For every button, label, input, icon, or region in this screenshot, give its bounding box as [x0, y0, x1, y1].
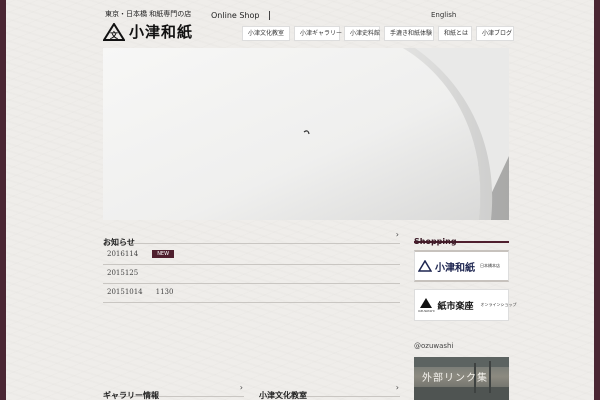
banner-shop-name: 紙市楽座: [437, 301, 474, 312]
tagline: 東京・日本橋 和紙専門の店: [105, 10, 192, 18]
site-logo[interactable]: 文 小津和紙: [103, 21, 193, 42]
chevron-right-icon: ›: [395, 230, 399, 239]
external-links-banner[interactable]: 外部リンク集: [414, 357, 509, 400]
online-shop-label: Online Shop: [211, 11, 260, 20]
nav-item-blog[interactable]: 小津ブログ: [476, 26, 514, 41]
instagram-handle[interactable]: @ozuwashi: [414, 342, 453, 350]
banner-shop-sub: 日本橋本店: [480, 263, 500, 268]
external-links-label: 外部リンク集: [422, 373, 488, 384]
logo-mark-icon: [418, 260, 432, 272]
culture-class-header[interactable]: 小津文化教室 ›: [259, 383, 400, 400]
section-title: ギャラリー情報: [103, 390, 159, 400]
news-text: 1130: [155, 288, 174, 296]
news-item[interactable]: 2015125: [103, 263, 400, 284]
nav-item-culture-class[interactable]: 小津文化教室: [242, 26, 290, 41]
hero-paper-illustration: [103, 48, 509, 220]
nav-item-gallery[interactable]: 小津ギャラリー: [294, 26, 342, 41]
banner-mark-label: OZUWASHI: [418, 309, 435, 313]
chevron-right-icon: ›: [239, 383, 243, 392]
main-nav: 小津文化教室 小津ギャラリー 小津史料館 手漉き和紙体験 和紙とは 小津ブログ: [242, 26, 514, 41]
divider: [269, 11, 271, 20]
shopping-header: Shopping: [414, 229, 509, 246]
online-shop-banner[interactable]: OZUWASHI 紙市楽座 オンラインショップ: [414, 289, 517, 321]
logo-text: 小津和紙: [129, 23, 194, 41]
banner-shop-name: 小津和紙: [435, 262, 475, 274]
news-date: 2016114: [107, 250, 139, 258]
page: 東京・日本橋 和紙専門の店 文 小津和紙 Online Shop English…: [6, 0, 594, 400]
ozu-washi-shop-banner[interactable]: 小津和紙 日本橋本店: [414, 250, 509, 282]
new-badge: NEW: [152, 250, 175, 258]
nav-item-about-washi[interactable]: 和紙とは: [438, 26, 472, 41]
news-header[interactable]: お知らせ ›: [103, 230, 400, 247]
news-date: 2015125: [107, 269, 139, 277]
svg-text:文: 文: [110, 30, 119, 40]
chevron-right-icon: ›: [395, 383, 399, 392]
news-item[interactable]: 2016114 NEW: [103, 244, 400, 265]
hero-image: [103, 48, 509, 220]
online-shop-link[interactable]: Online Shop: [211, 11, 271, 20]
nav-item-papermaking[interactable]: 手漉き和紙体験: [384, 26, 434, 41]
gallery-info-header[interactable]: ギャラリー情報 ›: [103, 383, 244, 400]
news-item[interactable]: 20151014 1130: [103, 282, 400, 303]
english-link[interactable]: English: [431, 11, 456, 19]
shopping-title: Shopping: [414, 237, 457, 246]
section-title: 小津文化教室: [259, 390, 307, 400]
banner-shop-sub: オンラインショップ: [480, 302, 517, 307]
news-date: 20151014: [107, 288, 143, 296]
banner-mark: OZUWASHI: [418, 297, 435, 313]
nav-item-museum[interactable]: 小津史料館: [344, 26, 380, 41]
logo-mark-icon: 文: [103, 22, 125, 41]
logo-mark-icon: [420, 298, 433, 308]
